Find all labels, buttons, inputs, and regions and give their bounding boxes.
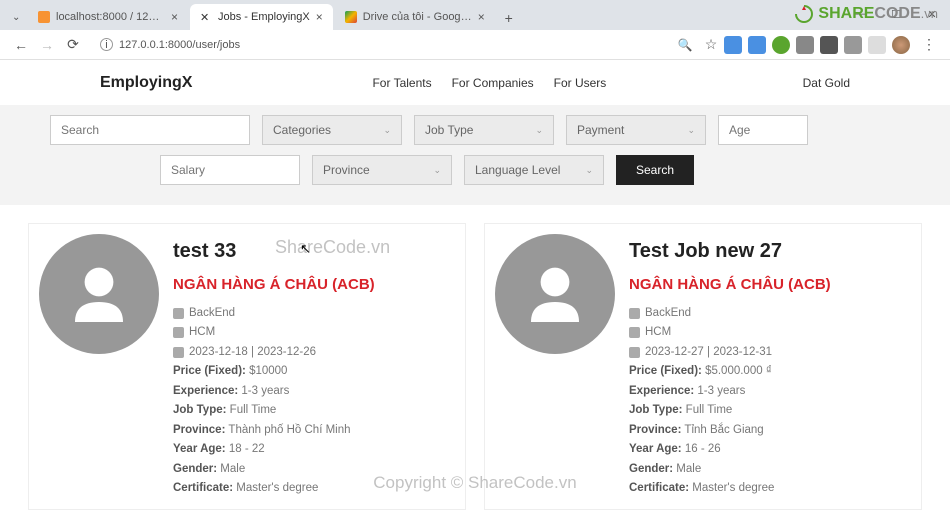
- close-icon[interactable]: ×: [478, 10, 485, 24]
- user-menu[interactable]: Dat Gold: [803, 76, 850, 90]
- chevron-down-icon: ⌄: [687, 125, 695, 136]
- browser-tab-1[interactable]: ✕ Jobs - EmployingX ×: [190, 4, 333, 30]
- job-location: HCM: [189, 323, 215, 343]
- job-age: 16 - 26: [685, 443, 721, 455]
- nav-talents[interactable]: For Talents: [372, 76, 431, 90]
- avatar-placeholder: [39, 234, 159, 354]
- company-name[interactable]: NGÂN HÀNG Á CHÂU (ACB): [629, 272, 911, 298]
- job-gender: Male: [676, 463, 701, 475]
- chevron-down-icon: ⌄: [433, 165, 441, 176]
- reload-button[interactable]: ⟳: [60, 32, 86, 58]
- job-certificate: Master's degree: [692, 482, 774, 494]
- extension-icon[interactable]: [772, 36, 790, 54]
- job-age: 18 - 22: [229, 443, 265, 455]
- close-icon[interactable]: ×: [171, 10, 178, 24]
- job-title[interactable]: test 33: [173, 234, 455, 268]
- watermark-logo: SHARECODE.vn: [794, 4, 938, 24]
- tab-label: localhost:8000 / 127.0.0.1 / rec: [56, 11, 165, 23]
- extension-icons: ⋮: [724, 32, 942, 58]
- bookmark-icon[interactable]: ☆: [698, 32, 724, 58]
- calendar-icon: [173, 347, 184, 358]
- tab-label: Jobs - EmployingX: [218, 11, 310, 23]
- province-select[interactable]: Province⌄: [312, 155, 452, 185]
- nav-companies[interactable]: For Companies: [452, 76, 534, 90]
- back-button[interactable]: ←: [8, 32, 34, 58]
- search-filters: Categories⌄ Job Type⌄ Payment⌄ Province⌄…: [0, 105, 950, 205]
- category-icon: [173, 308, 184, 319]
- chevron-down-icon: ⌄: [535, 125, 543, 136]
- company-name[interactable]: NGÂN HÀNG Á CHÂU (ACB): [173, 272, 455, 298]
- browser-tab[interactable]: ⌄: [8, 4, 26, 30]
- zoom-icon[interactable]: 🔍: [672, 32, 698, 58]
- chevron-down-icon: ⌄: [383, 125, 391, 136]
- profile-avatar[interactable]: [892, 36, 910, 54]
- jobtype-select[interactable]: Job Type⌄: [414, 115, 554, 145]
- job-category: BackEnd: [189, 304, 235, 324]
- job-province: Tỉnh Bắc Giang: [684, 424, 763, 436]
- extension-icon[interactable]: [844, 36, 862, 54]
- location-icon: [629, 327, 640, 338]
- extension-icon[interactable]: [796, 36, 814, 54]
- calendar-icon: [629, 347, 640, 358]
- new-tab-button[interactable]: +: [497, 6, 521, 30]
- browser-tab-2[interactable]: Drive của tôi - Google Drive ×: [335, 4, 495, 30]
- job-gender: Male: [220, 463, 245, 475]
- extension-icon[interactable]: [868, 36, 886, 54]
- job-experience: 1-3 years: [241, 385, 289, 397]
- nav-users[interactable]: For Users: [554, 76, 607, 90]
- job-dates: 2023-12-27 | 2023-12-31: [645, 343, 772, 363]
- job-category: BackEnd: [645, 304, 691, 324]
- tab-label: Drive của tôi - Google Drive: [363, 11, 472, 23]
- job-dates: 2023-12-18 | 2023-12-26: [189, 343, 316, 363]
- favicon-icon: [38, 11, 50, 23]
- extension-icon[interactable]: [820, 36, 838, 54]
- age-input[interactable]: [718, 115, 808, 145]
- job-type: Full Time: [686, 404, 733, 416]
- site-header: EmployingX For Talents For Companies For…: [0, 60, 950, 105]
- job-price: $10000: [249, 365, 287, 377]
- job-province: Thành phố Hồ Chí Minh: [228, 424, 350, 436]
- payment-select[interactable]: Payment⌄: [566, 115, 706, 145]
- job-type: Full Time: [230, 404, 277, 416]
- job-location: HCM: [645, 323, 671, 343]
- forward-button[interactable]: →: [34, 32, 60, 58]
- favicon-icon: [345, 11, 357, 23]
- chevron-down-icon: ⌄: [585, 165, 593, 176]
- job-title[interactable]: Test Job new 27: [629, 234, 911, 268]
- search-button[interactable]: Search: [616, 155, 694, 185]
- extension-icon[interactable]: [724, 36, 742, 54]
- extension-icon[interactable]: [748, 36, 766, 54]
- job-certificate: Master's degree: [236, 482, 318, 494]
- language-select[interactable]: Language Level⌄: [464, 155, 604, 185]
- site-info-icon[interactable]: i: [100, 38, 113, 51]
- categories-select[interactable]: Categories⌄: [262, 115, 402, 145]
- url-text: 127.0.0.1:8000/user/jobs: [119, 39, 240, 51]
- jobs-list: test 33 NGÂN HÀNG Á CHÂU (ACB) BackEnd H…: [0, 205, 950, 528]
- search-input[interactable]: [50, 115, 250, 145]
- job-price: $5.000.000 ₫: [705, 365, 772, 377]
- close-icon[interactable]: ×: [316, 10, 323, 24]
- job-experience: 1-3 years: [697, 385, 745, 397]
- site-logo[interactable]: EmployingX: [100, 74, 192, 92]
- favicon-icon: ✕: [200, 11, 212, 23]
- browser-tab-0[interactable]: localhost:8000 / 127.0.0.1 / rec ×: [28, 4, 188, 30]
- job-card: Test Job new 27 NGÂN HÀNG Á CHÂU (ACB) B…: [484, 223, 922, 510]
- address-bar[interactable]: i 127.0.0.1:8000/user/jobs: [92, 34, 666, 56]
- browser-toolbar: ← → ⟳ i 127.0.0.1:8000/user/jobs 🔍 ☆ ⋮: [0, 30, 950, 60]
- avatar-placeholder: [495, 234, 615, 354]
- location-icon: [173, 327, 184, 338]
- menu-icon[interactable]: ⋮: [916, 32, 942, 58]
- category-icon: [629, 308, 640, 319]
- salary-input[interactable]: [160, 155, 300, 185]
- job-card: test 33 NGÂN HÀNG Á CHÂU (ACB) BackEnd H…: [28, 223, 466, 510]
- nav-links: For Talents For Companies For Users: [372, 76, 606, 90]
